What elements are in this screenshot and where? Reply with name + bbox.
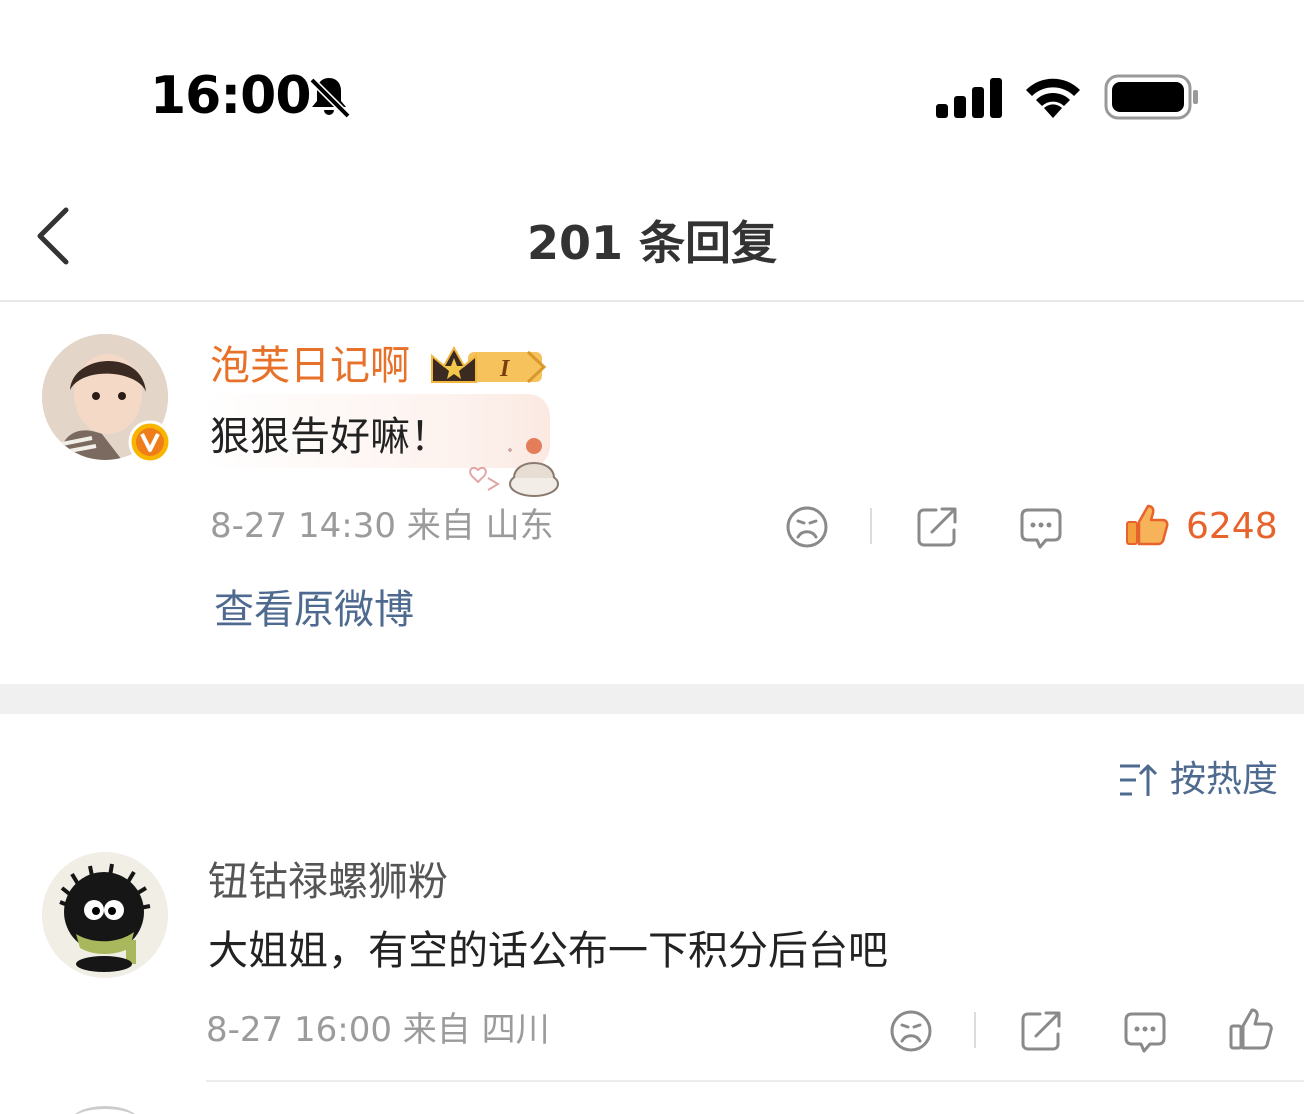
- cellular-signal-icon: [936, 78, 1002, 118]
- comment-meta: 8-27 16:00 来自 四川: [206, 1010, 550, 1050]
- comment-icon[interactable]: [1018, 504, 1064, 550]
- wifi-icon: [1026, 78, 1080, 118]
- status-time: 16:00: [150, 66, 312, 126]
- bell-slash-icon: [309, 77, 351, 119]
- comment-text: 狠狠告好嘛！: [210, 414, 450, 460]
- divider: [0, 300, 1304, 302]
- action-divider: [870, 508, 872, 544]
- share-icon[interactable]: [914, 504, 960, 550]
- battery-icon: [1104, 74, 1198, 120]
- action-divider: [974, 1012, 976, 1048]
- comment-meta: 8-27 14:30 来自 山东: [210, 506, 554, 546]
- section-separator: [0, 684, 1304, 714]
- avatar[interactable]: [42, 852, 168, 978]
- sort-by-hot-button[interactable]: 按热度: [1170, 758, 1278, 802]
- sort-icon[interactable]: [1118, 762, 1160, 798]
- thumbs-up-icon[interactable]: [1124, 502, 1170, 548]
- divider: [206, 1080, 1304, 1082]
- cake-decoration-icon: [469, 438, 559, 497]
- dislike-face-icon[interactable]: [784, 504, 830, 550]
- username[interactable]: 泡芙日记啊: [210, 342, 410, 390]
- screen: 16:00 201 条回复 泡芙日记啊 I 狠狠告好嘛！ 8-27 14:30 …: [0, 0, 1304, 1114]
- comment-text: 大姐姐，有空的话公布一下积分后台吧: [208, 928, 888, 974]
- avatar[interactable]: [70, 1106, 140, 1114]
- dislike-face-icon[interactable]: [888, 1008, 934, 1054]
- thumbs-up-icon[interactable]: [1228, 1006, 1274, 1052]
- member-crown-badge-icon: I: [431, 345, 547, 384]
- svg-text:I: I: [499, 356, 511, 382]
- like-count: 6248: [1186, 506, 1278, 547]
- page-title: 201 条回复: [526, 216, 778, 270]
- comment-icon[interactable]: [1122, 1008, 1168, 1054]
- share-icon[interactable]: [1018, 1008, 1064, 1054]
- view-original-link[interactable]: 查看原微博: [214, 586, 414, 634]
- verified-badge-icon: [128, 420, 172, 464]
- username[interactable]: 钮钴禄螺狮粉: [208, 858, 448, 906]
